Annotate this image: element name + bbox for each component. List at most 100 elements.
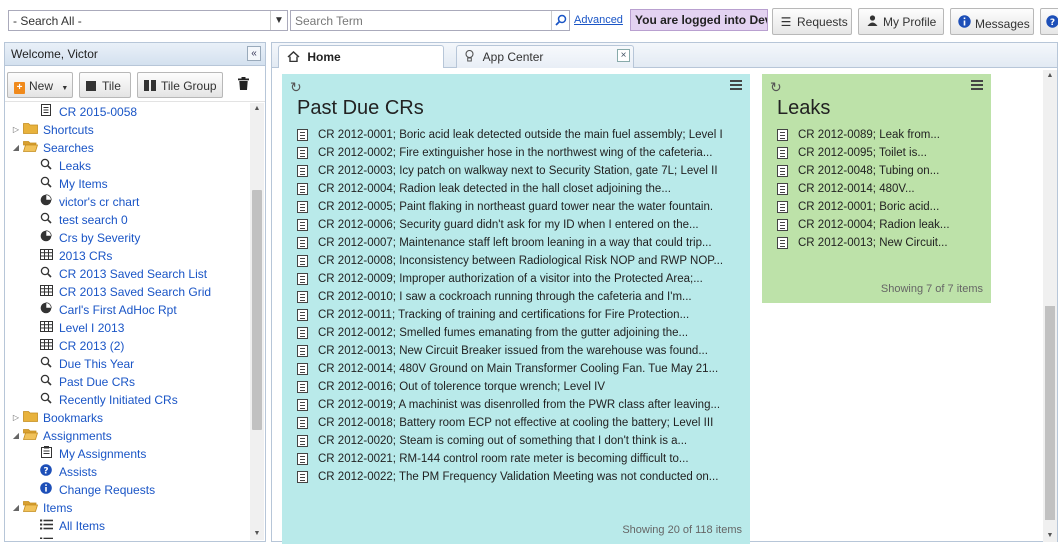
tree-node-label: Items <box>43 501 73 515</box>
messages-label: Messages <box>975 17 1030 31</box>
tree-node[interactable]: Change Requests <box>5 481 249 499</box>
tree-node[interactable]: ◢ Items <box>5 499 249 517</box>
tree-node[interactable]: ◢ Searches <box>5 139 249 157</box>
tree-node[interactable]: ▷ Bookmarks <box>5 409 249 427</box>
new-button[interactable]: + New ▼ <box>7 72 73 98</box>
scroll-up-icon[interactable]: ▲ <box>250 103 264 115</box>
tile-item[interactable]: CR 2012-0019; A machinist was disenrolle… <box>296 396 723 414</box>
expand-node-icon[interactable]: ▷ <box>11 409 21 427</box>
tree-node[interactable]: My Items <box>5 175 249 193</box>
tile-item[interactable]: CR 2012-0004; Radion leak detected in th… <box>296 180 723 198</box>
tree-node[interactable]: 2013 CRs <box>5 247 249 265</box>
scroll-down-icon[interactable]: ▼ <box>250 528 264 540</box>
tile-item[interactable]: CR 2012-0008; Inconsistency between Radi… <box>296 252 723 270</box>
tile-item[interactable]: CR 2012-0016; Out of tolerence torque wr… <box>296 378 723 396</box>
advanced-search-link[interactable]: Advanced <box>574 14 623 26</box>
tree-node[interactable]: Past Due CRs <box>5 373 249 391</box>
tree-node[interactable]: CR 2013 Saved Search List <box>5 265 249 283</box>
tile-item[interactable]: CR 2012-0020; Steam is coming out of som… <box>296 432 723 450</box>
scroll-up-icon[interactable]: ▲ <box>1043 70 1057 82</box>
messages-button[interactable]: Messages <box>950 8 1034 35</box>
tile-item[interactable]: CR 2012-0014; 480V... <box>776 180 950 198</box>
tile-item-text: CR 2012-0003; Icy patch on walkway next … <box>318 165 718 177</box>
tree-node[interactable]: ? Assists <box>5 463 249 481</box>
tile-item[interactable]: CR 2012-0001; Boric acid leak detected o… <box>296 126 723 144</box>
my-profile-button[interactable]: My Profile <box>858 8 944 35</box>
tile-item[interactable]: CR 2012-0012; Smelled fumes emanating fr… <box>296 324 723 342</box>
tree-node[interactable]: CR 2015-0058 <box>5 103 249 121</box>
tile-item[interactable]: CR 2012-0007; Maintenance staff left bro… <box>296 234 723 252</box>
tree-node[interactable]: My Assignments <box>5 445 249 463</box>
requests-button[interactable]: ☰ Requests <box>772 8 852 35</box>
tab-app-center[interactable]: App Center × <box>456 45 634 68</box>
tile-item[interactable]: CR 2012-0048; Tubing on... <box>776 162 950 180</box>
collapse-sidebar-icon[interactable]: « <box>247 46 261 61</box>
collapse-node-icon[interactable]: ◢ <box>11 139 21 157</box>
tile-item[interactable]: CR 2012-0022; The PM Frequency Validatio… <box>296 468 723 486</box>
search-scope-select[interactable]: - Search All - ▼ <box>8 10 288 31</box>
tile-menu-icon[interactable] <box>971 80 983 92</box>
search-icon[interactable] <box>551 11 569 30</box>
tile-item[interactable]: CR 2012-0014; 480V Ground on Main Transf… <box>296 360 723 378</box>
tile-item[interactable]: CR 2012-0013; New Circuit Breaker issued… <box>296 342 723 360</box>
tile-item[interactable]: CR 2012-0010; I saw a cockroach running … <box>296 288 723 306</box>
tree-node[interactable]: test search 0 <box>5 211 249 229</box>
document-icon <box>297 363 308 375</box>
tile-item-text: CR 2012-0010; I saw a cockroach running … <box>318 291 692 303</box>
tile-item[interactable]: CR 2012-0003; Icy patch on walkway next … <box>296 162 723 180</box>
tile-item[interactable]: CR 2012-0001; Boric acid... <box>776 198 950 216</box>
tile-item[interactable]: CR 2012-0018; Battery room ECP not effec… <box>296 414 723 432</box>
tile-item[interactable]: CR 2012-0095; Toilet is... <box>776 144 950 162</box>
tab-home[interactable]: Home <box>278 45 444 68</box>
trash-icon[interactable] <box>238 77 249 93</box>
tree-node[interactable]: CR 2013 (2) <box>5 337 249 355</box>
tree-node-label: Leaks <box>59 159 92 173</box>
tree-node-label: Crs by Severity <box>59 231 141 245</box>
tile-item[interactable]: CR 2012-0013; New Circuit... <box>776 234 950 252</box>
chevron-down-icon[interactable]: ▼ <box>270 11 287 30</box>
sidebar-scroll-thumb[interactable] <box>252 190 262 430</box>
collapse-node-icon[interactable]: ◢ <box>11 499 21 517</box>
tree-node[interactable]: victor's cr chart <box>5 193 249 211</box>
refresh-icon[interactable]: ↻ <box>290 79 302 96</box>
tile-item-text: CR 2012-0001; Boric acid... <box>798 201 940 213</box>
tile-item[interactable]: CR 2012-0005; Paint flaking in northeast… <box>296 198 723 216</box>
search-placeholder: Search Term <box>295 14 363 28</box>
tree-node[interactable]: Drawer Nod... <box>5 535 249 539</box>
sidebar-scrollbar[interactable]: ▲ ▼ <box>250 103 264 540</box>
help-button[interactable]: ? <box>1040 8 1058 35</box>
tree-node[interactable]: Crs by Severity <box>5 229 249 247</box>
tree-node[interactable]: Due This Year <box>5 355 249 373</box>
refresh-icon[interactable]: ↻ <box>770 79 782 96</box>
scroll-down-icon[interactable]: ▼ <box>1043 530 1057 542</box>
collapse-node-icon[interactable]: ◢ <box>11 427 21 445</box>
main-scrollbar[interactable]: ▲ ▼ <box>1043 70 1057 542</box>
tile-group-button[interactable]: Tile Group <box>137 72 223 98</box>
close-tab-icon[interactable]: × <box>617 49 630 62</box>
tree-node[interactable]: Leaks <box>5 157 249 175</box>
tree-node[interactable]: All Items <box>5 517 249 535</box>
tree-node[interactable]: ▷ Shortcuts <box>5 121 249 139</box>
tree-node[interactable]: Recently Initiated CRs <box>5 391 249 409</box>
expand-node-icon[interactable]: ▷ <box>11 121 21 139</box>
tree-node[interactable]: CR 2013 Saved Search Grid <box>5 283 249 301</box>
tile-group-icon <box>144 80 156 91</box>
tile-item[interactable]: CR 2012-0004; Radion leak... <box>776 216 950 234</box>
tile-item[interactable]: CR 2012-0021; RM-144 control room rate m… <box>296 450 723 468</box>
tile-menu-icon[interactable] <box>730 80 742 92</box>
tile-item[interactable]: CR 2012-0002; Fire extinguisher hose in … <box>296 144 723 162</box>
tree-node[interactable]: Carl's First AdHoc Rpt <box>5 301 249 319</box>
tree-node-label: My Assignments <box>59 447 147 461</box>
tile-item[interactable]: CR 2012-0089; Leak from... <box>776 126 950 144</box>
search-input[interactable]: Search Term <box>290 10 570 31</box>
tree-node[interactable]: ◢ Assignments <box>5 427 249 445</box>
tile-item-text: CR 2012-0020; Steam is coming out of som… <box>318 435 688 447</box>
main-scroll-thumb[interactable] <box>1045 306 1055 520</box>
tile-item-text: CR 2012-0018; Battery room ECP not effec… <box>318 417 714 429</box>
tree-node-label: All Items <box>59 519 106 533</box>
tile-item[interactable]: CR 2012-0009; Improper authorization of … <box>296 270 723 288</box>
tile-item[interactable]: CR 2012-0006; Security guard didn't ask … <box>296 216 723 234</box>
tree-node[interactable]: Level I 2013 <box>5 319 249 337</box>
tile-item[interactable]: CR 2012-0011; Tracking of training and c… <box>296 306 723 324</box>
tile-button[interactable]: Tile <box>79 72 131 98</box>
